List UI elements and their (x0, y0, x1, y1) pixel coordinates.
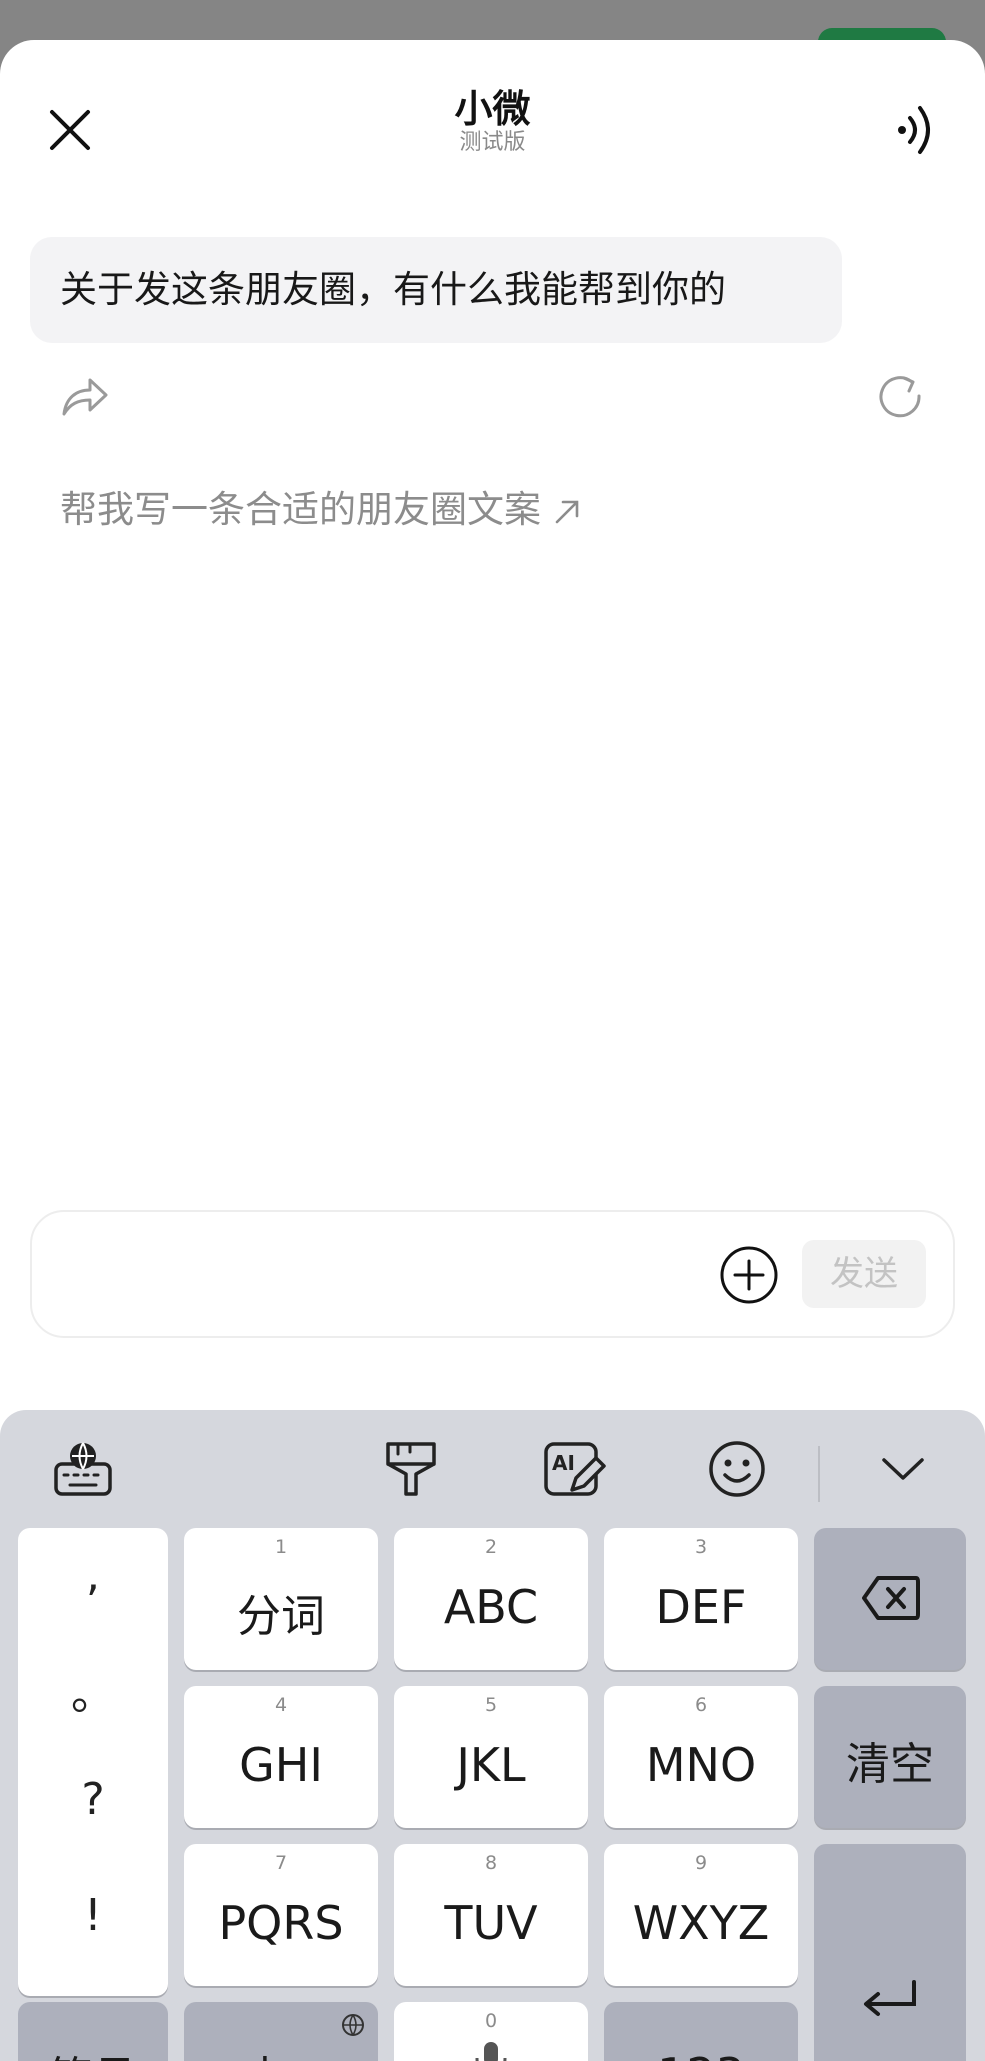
refresh-button[interactable] (874, 370, 926, 422)
key-8[interactable]: 8 TUV (394, 1844, 588, 1986)
emoji-icon (709, 1441, 765, 1497)
key-label: JKL (456, 1738, 526, 1792)
arrow-up-right-icon (555, 500, 579, 523)
collapse-keyboard-button[interactable] (868, 1434, 938, 1504)
key-label: TUV (444, 1896, 538, 1950)
bot-message-bubble: 关于发这条朋友圈，有什么我能帮到你的 (30, 237, 842, 343)
mic-icon (475, 2042, 507, 2061)
key-number: 4 (274, 1694, 288, 1716)
message-input-bar: 发送 (30, 1210, 955, 1338)
key-number: 7 (274, 1852, 288, 1874)
key-label: PQRS (218, 1896, 344, 1950)
backspace-key[interactable] (814, 1528, 966, 1670)
key-number: 5 (484, 1694, 498, 1716)
theme-brush-button[interactable] (376, 1434, 446, 1504)
chevron-down-icon (882, 1458, 924, 1480)
toolbar-divider (818, 1446, 820, 1502)
backspace-icon (862, 1576, 920, 1620)
refresh-icon (879, 376, 921, 418)
key-label: MNO (645, 1738, 757, 1792)
share-button[interactable] (58, 370, 110, 422)
key-number: 2 (484, 1536, 498, 1558)
keyboard-switch-button[interactable] (48, 1434, 118, 1504)
share-icon (62, 378, 108, 416)
punct-exclaim[interactable]: ! (18, 1890, 168, 1941)
key-1[interactable]: 1 分词 (184, 1528, 378, 1670)
ai-edit-icon: AI (544, 1442, 606, 1496)
brush-icon (386, 1442, 436, 1496)
enter-key[interactable] (814, 1844, 966, 2061)
key-label: WXYZ (632, 1896, 770, 1950)
key-5[interactable]: 5 JKL (394, 1686, 588, 1828)
globe-icon (342, 2014, 364, 2036)
key-number: 6 (694, 1694, 708, 1716)
ai-write-button[interactable]: AI (538, 1434, 608, 1504)
key-label: ABC (443, 1580, 539, 1634)
punctuation-column[interactable]: , 。 ? ! (18, 1528, 168, 1996)
key-number: 0 (484, 2010, 498, 2032)
key-label: 分词 (237, 1591, 325, 1642)
send-button[interactable]: 发送 (802, 1240, 926, 1308)
key-0-space[interactable]: 0 (394, 2002, 588, 2061)
key-3[interactable]: 3 DEF (604, 1528, 798, 1670)
language-switch-key[interactable]: 中/英 (184, 2002, 378, 2061)
keyboard-globe-icon (54, 1442, 112, 1496)
key-2[interactable]: 2 ABC (394, 1528, 588, 1670)
punct-comma[interactable]: , (18, 1550, 168, 1601)
numbers-key[interactable]: 123 (604, 2002, 798, 2061)
suggested-prompt-text: 帮我写一条合适的朋友圈文案 (60, 488, 541, 531)
clear-key-label: 清空 (846, 1739, 934, 1790)
message-input[interactable] (62, 1238, 716, 1312)
page-subtitle: 测试版 (459, 130, 526, 155)
emoji-button[interactable] (702, 1434, 772, 1504)
language-key-label: 中/英 (184, 2042, 378, 2061)
key-7[interactable]: 7 PQRS (184, 1844, 378, 1986)
key-number: 1 (274, 1536, 288, 1558)
key-number: 3 (694, 1536, 708, 1558)
key-9[interactable]: 9 WXYZ (604, 1844, 798, 1986)
key-number: 9 (694, 1852, 708, 1874)
suggested-prompt[interactable]: 帮我写一条合适的朋友圈文案 (60, 480, 583, 540)
punct-period[interactable]: 。 (18, 1658, 168, 1722)
numbers-key-label: 123 (604, 2048, 798, 2061)
speaker-icon (898, 106, 930, 154)
language-main: 中 (243, 2053, 287, 2061)
symbols-key[interactable]: 符号 (18, 2002, 168, 2061)
assistant-sheet: 小微 测试版 关于发这条朋友圈，有什么我能帮到你的 帮我写一条合适的朋友圈文案 (0, 40, 985, 2061)
punct-question[interactable]: ? (18, 1774, 168, 1825)
ime-keyboard: AI , 。 ? ! 1 分词 2 ABC 3 DEF 4 GHI 5 JKL … (0, 1410, 985, 2061)
plus-circle-icon (720, 1246, 778, 1304)
speaker-button[interactable] (880, 92, 950, 168)
add-attachment-button[interactable] (718, 1244, 780, 1306)
symbols-key-label: 符号 (18, 2042, 168, 2061)
key-number: 8 (484, 1852, 498, 1874)
key-label: GHI (239, 1738, 323, 1792)
key-4[interactable]: 4 GHI (184, 1686, 378, 1828)
key-label: DEF (655, 1580, 747, 1634)
key-6[interactable]: 6 MNO (604, 1686, 798, 1828)
clear-key[interactable]: 清空 (814, 1686, 966, 1828)
svg-text:AI: AI (552, 1451, 575, 1475)
enter-icon (864, 1980, 916, 2016)
